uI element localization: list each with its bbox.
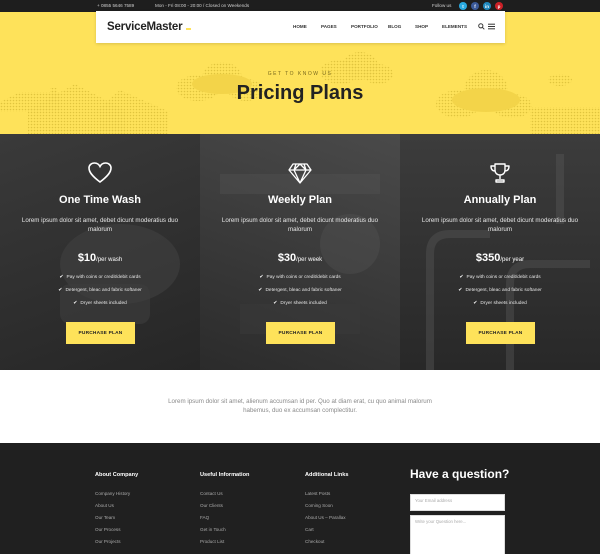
plan-feature: ✔ Detergent, bleac and fabric softaner <box>400 287 600 293</box>
question-heading: Have a question? <box>410 467 510 481</box>
plan-feature: ✔ Pay with coins or credit/debit cards <box>0 274 200 280</box>
twitter-icon[interactable]: t <box>459 2 467 10</box>
hours-text: Mon - Fri 08:00 - 20:00 / Closed on Week… <box>155 3 250 8</box>
plan-name: One Time Wash <box>59 194 141 206</box>
feature-text: Pay with coins or credit/debit cards <box>66 275 141 280</box>
feature-text: Dryer sheets included <box>80 301 127 306</box>
site-footer: About Company Company History About Us O… <box>0 443 600 554</box>
pricing-section: One Time Wash Lorem ipsum dolor sit amet… <box>0 134 600 370</box>
feature-text: Pay with coins or credit/debit cards <box>266 275 341 280</box>
plan-feature: ✔ Dryer sheets included <box>0 300 200 306</box>
feature-text: Pay with coins or credit/debit cards <box>466 275 541 280</box>
price-period: /per week <box>296 257 323 263</box>
email-field[interactable]: Your Email address <box>410 494 505 511</box>
footer-link[interactable]: Get in Touch <box>200 527 226 532</box>
plan-card: One Time Wash Lorem ipsum dolor sit amet… <box>0 134 200 370</box>
purchase-plan-button[interactable]: PURCHASE PLAN <box>466 322 535 344</box>
footer-link[interactable]: Our Clients <box>200 503 223 508</box>
footer-link[interactable]: Checkout <box>305 539 324 544</box>
footer-link[interactable]: Product List <box>200 539 224 544</box>
plan-name: Annually Plan <box>463 194 537 206</box>
hero-eyebrow: GET TO KNOW US <box>267 71 333 77</box>
price-amount: $30 <box>277 252 297 264</box>
plan-feature: ✔ Detergent, bleac and fabric softaner <box>200 287 400 293</box>
plan-feature: ✔ Pay with coins or credit/debit cards <box>400 274 600 280</box>
feature-text: Dryer sheets included <box>280 301 327 306</box>
nav-portfolio[interactable]: PORTFOLIO <box>351 24 378 29</box>
footer-link[interactable]: Our Process <box>95 527 121 532</box>
purchase-plan-button[interactable]: PURCHASE PLAN <box>66 322 135 344</box>
price-period: /per year <box>500 257 525 263</box>
email-placeholder: Your Email address <box>415 498 453 503</box>
plan-name: Weekly Plan <box>268 194 332 206</box>
footer-heading: About Company <box>95 472 139 478</box>
feature-text: Detergent, bleac and fabric softaner <box>265 288 342 293</box>
plan-card: Annually Plan Lorem ipsum dolor sit amet… <box>400 134 600 370</box>
trophy-icon <box>400 162 600 189</box>
hamburger-icon[interactable] <box>488 23 495 32</box>
plan-card: Weekly Plan Lorem ipsum dolor sit amet, … <box>200 134 400 370</box>
question-placeholder: Write your Question here... <box>415 519 467 524</box>
footer-link[interactable]: Contact Us <box>200 491 223 496</box>
phone-text[interactable]: + 0855 5646 7589 <box>97 3 134 8</box>
follow-label: Follow us <box>432 3 452 8</box>
linkedin-icon[interactable]: in <box>483 2 491 10</box>
plan-feature: ✔ Detergent, bleac and fabric softaner <box>0 287 200 293</box>
footer-link[interactable]: Our Projects <box>95 539 121 544</box>
pinterest-icon[interactable]: p <box>495 2 503 10</box>
check-icon: ✔ <box>473 300 478 306</box>
feature-text: Detergent, bleac and fabric softaner <box>465 288 542 293</box>
price-amount: $350 <box>475 252 501 264</box>
plan-price: $30/per week <box>200 248 400 266</box>
diamond-icon <box>200 162 400 189</box>
footer-link[interactable]: About Us <box>95 503 114 508</box>
page: + 0855 5646 7589 Mon - Fri 08:00 - 20:00… <box>0 0 600 554</box>
page-title: Pricing Plans <box>236 82 364 104</box>
plan-description: Lorem ipsum dolor sit amet, debet dicunt… <box>221 217 379 233</box>
footer-link[interactable]: Company History <box>95 491 130 496</box>
footer-heading: Additional Links <box>305 472 349 478</box>
plan-description: Lorem ipsum dolor sit amet, debet dicunt… <box>421 217 579 233</box>
footer-link[interactable]: Latest Posts <box>305 491 330 496</box>
intro-text: Lorem ipsum dolor sit amet, alienum accu… <box>168 398 432 414</box>
nav-elements[interactable]: ELEMENTS <box>442 24 467 29</box>
question-textarea[interactable]: Write your Question here... <box>410 515 505 554</box>
plan-feature: ✔ Pay with coins or credit/debit cards <box>200 274 400 280</box>
footer-link[interactable]: FAQ <box>200 515 209 520</box>
price-period: /per wash <box>96 257 123 263</box>
search-icon[interactable] <box>478 23 485 32</box>
price-amount: $10 <box>77 252 97 264</box>
plan-feature: ✔ Dryer sheets included <box>400 300 600 306</box>
heart-icon <box>0 162 200 189</box>
check-icon: ✔ <box>258 287 263 293</box>
nav-blog[interactable]: BLOG <box>388 24 401 29</box>
check-icon: ✔ <box>273 300 278 306</box>
purchase-plan-button[interactable]: PURCHASE PLAN <box>266 322 335 344</box>
check-icon: ✔ <box>59 274 64 280</box>
plan-feature: ✔ Dryer sheets included <box>200 300 400 306</box>
check-icon: ✔ <box>58 287 63 293</box>
main-header: ServiceMaster HOME PAGES PORTFOLIO BLOG … <box>96 11 505 43</box>
plan-description: Lorem ipsum dolor sit amet, debet dicunt… <box>21 217 179 233</box>
footer-heading: Useful Information <box>200 472 250 478</box>
plan-price: $10/per wash <box>0 248 200 266</box>
feature-text: Detergent, bleac and fabric softaner <box>65 288 142 293</box>
facebook-icon[interactable]: f <box>471 2 479 10</box>
nav-shop[interactable]: SHOP <box>415 24 428 29</box>
check-icon: ✔ <box>259 274 264 280</box>
check-icon: ✔ <box>458 287 463 293</box>
footer-link[interactable]: Our Team <box>95 515 115 520</box>
feature-text: Dryer sheets included <box>480 301 527 306</box>
footer-link[interactable]: About Us – Parallax <box>305 515 346 520</box>
footer-link[interactable]: Cart <box>305 527 314 532</box>
plan-price: $350/per year <box>400 248 600 266</box>
site-logo[interactable]: ServiceMaster <box>107 21 183 33</box>
check-icon: ✔ <box>459 274 464 280</box>
nav-home[interactable]: HOME <box>293 24 307 29</box>
footer-link[interactable]: Coming Soon <box>305 503 333 508</box>
logo-accent <box>186 28 191 30</box>
nav-pages[interactable]: PAGES <box>321 24 337 29</box>
check-icon: ✔ <box>73 300 78 306</box>
